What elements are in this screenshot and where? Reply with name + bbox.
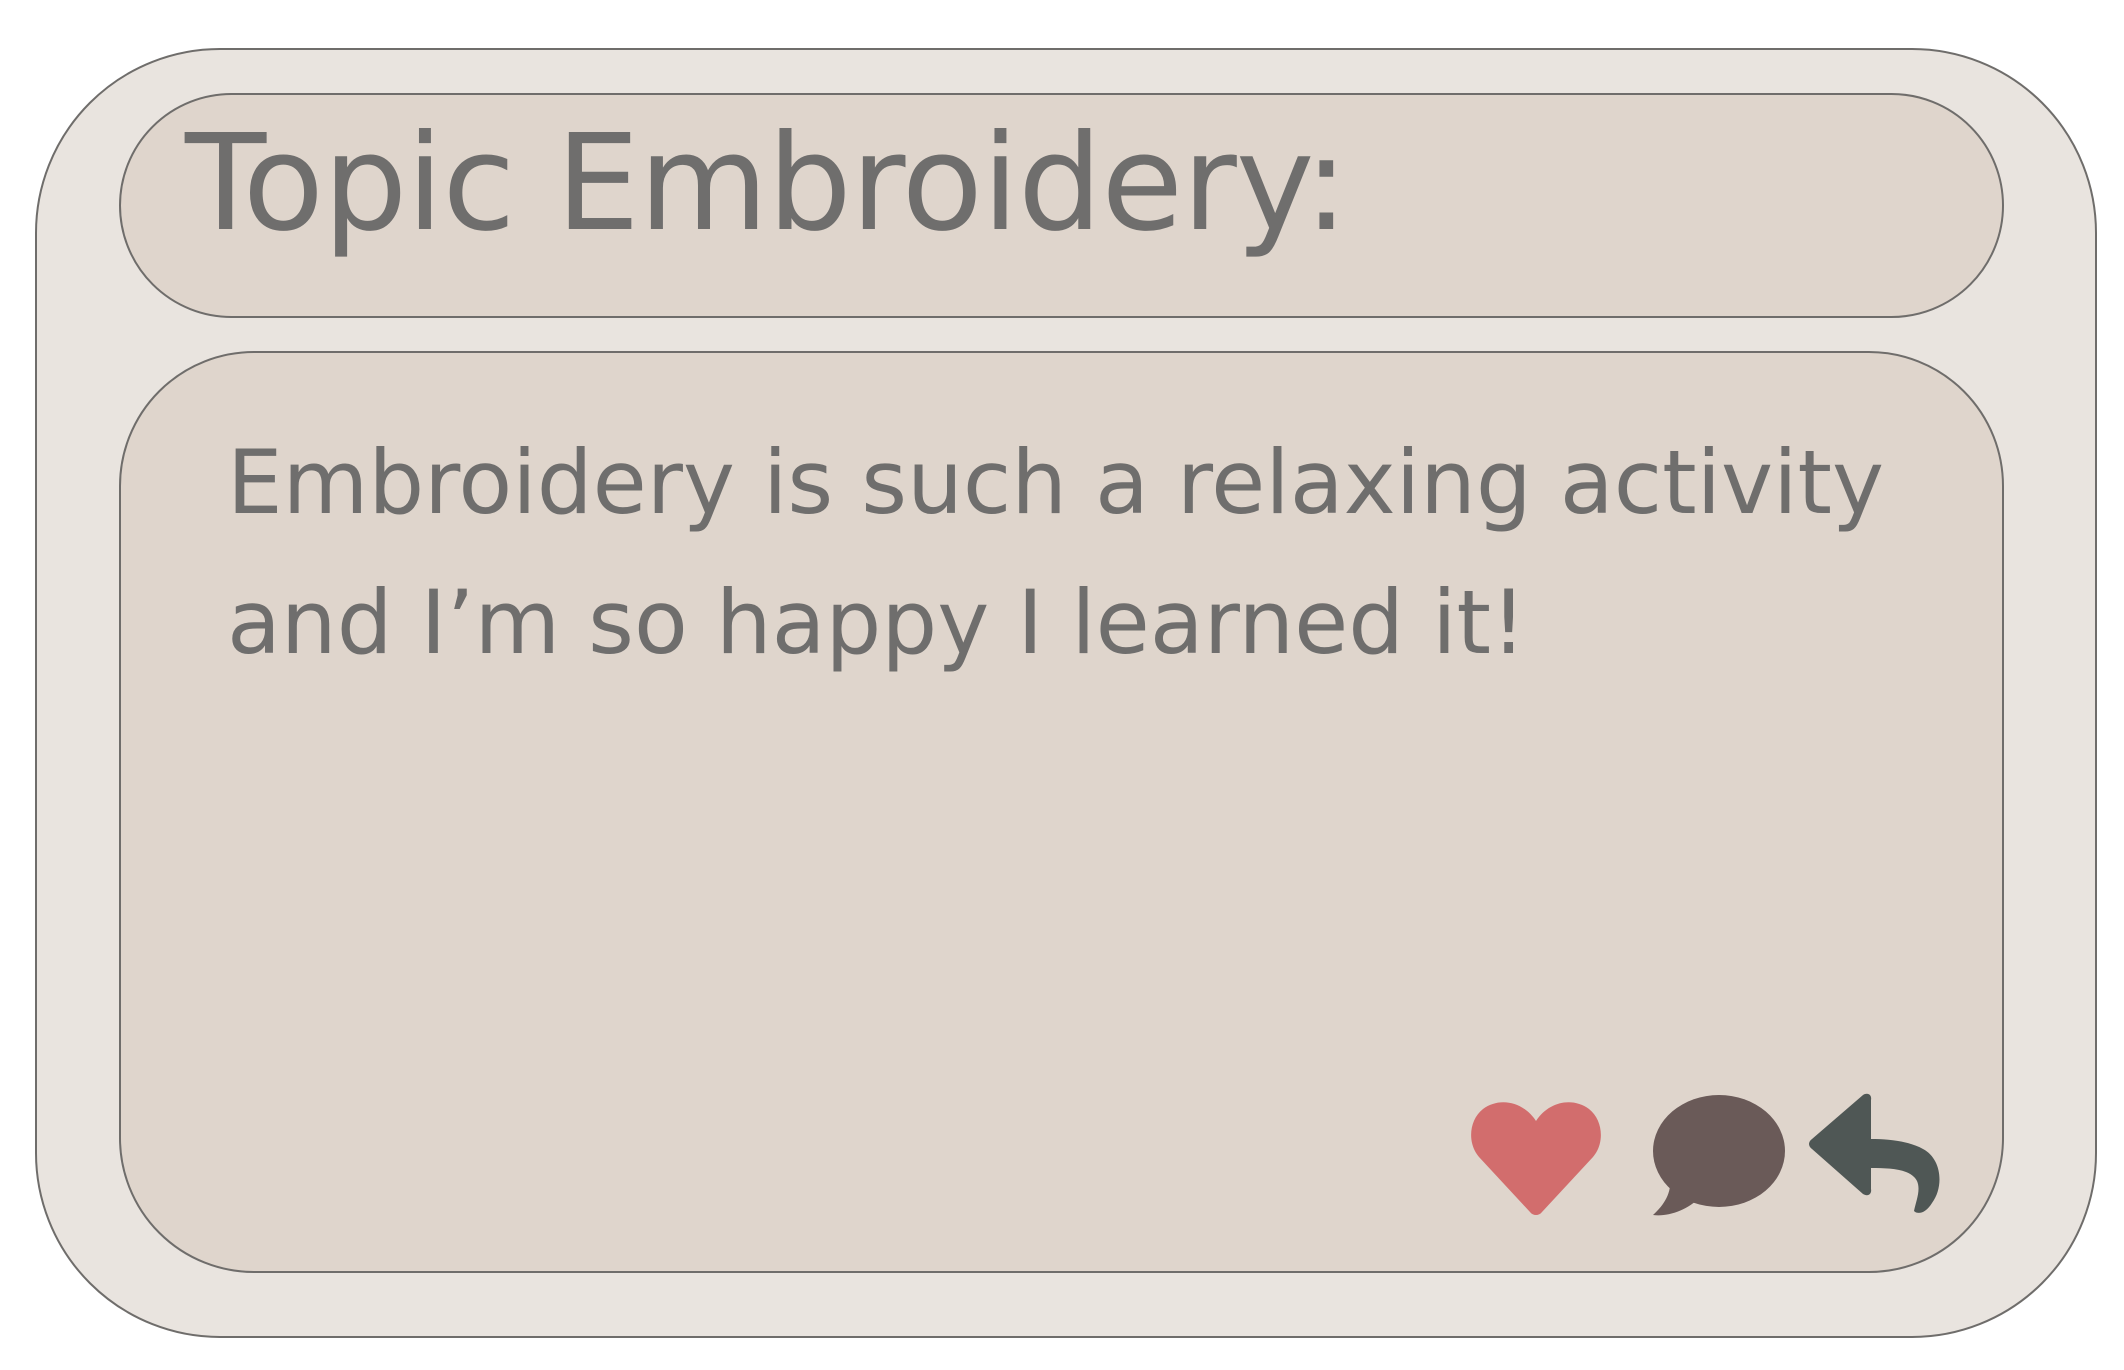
topic-title: Topic Embroidery: <box>185 107 1349 261</box>
post-body-text: Embroidery is such a relaxing activity a… <box>227 431 1885 674</box>
reply-icon[interactable] <box>1808 1093 1944 1217</box>
comment-icon[interactable] <box>1650 1093 1786 1217</box>
heart-icon[interactable] <box>1469 1093 1603 1217</box>
